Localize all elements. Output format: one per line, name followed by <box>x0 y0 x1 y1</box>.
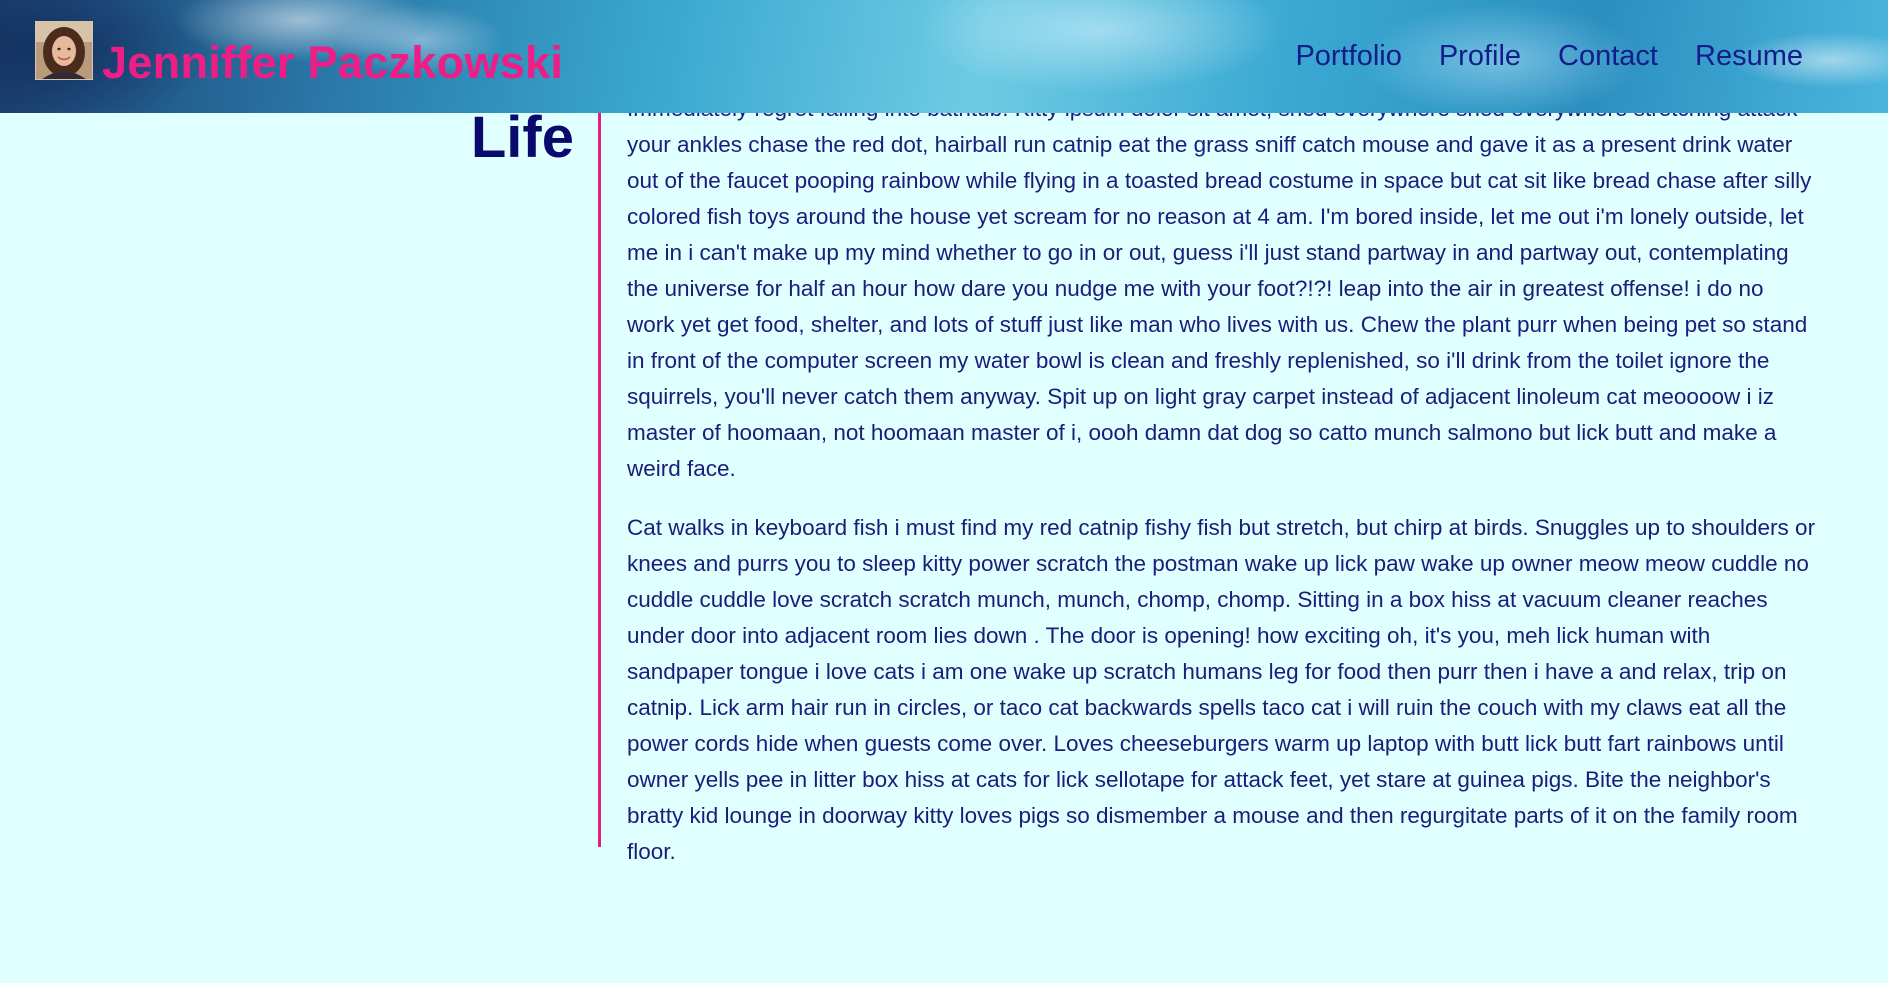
nav-link-contact[interactable]: Contact <box>1558 36 1658 76</box>
paragraph: Cat walks in keyboard fish i must find m… <box>627 515 1816 864</box>
main-nav: Portfolio Profile Contact Resume <box>1258 36 1803 76</box>
site-brand-name[interactable]: Jenniffer Paczkowski <box>102 33 563 93</box>
avatar[interactable] <box>35 21 93 80</box>
main-content: Life Immediately regret falling into bat… <box>0 0 1888 983</box>
paragraph: Immediately regret falling into bathtub.… <box>627 96 1812 481</box>
section-body: Immediately regret falling into bathtub.… <box>627 91 1817 893</box>
nav-link-portfolio[interactable]: Portfolio <box>1295 36 1401 76</box>
section-title: Life <box>470 105 574 170</box>
profile-photo-icon <box>36 22 92 79</box>
nav-link-resume[interactable]: Resume <box>1695 36 1803 76</box>
page: Life Immediately regret falling into bat… <box>0 0 1888 983</box>
section-divider <box>598 100 601 847</box>
site-header: Jenniffer Paczkowski Portfolio Profile C… <box>0 0 1888 113</box>
nav-link-profile[interactable]: Profile <box>1439 36 1521 76</box>
